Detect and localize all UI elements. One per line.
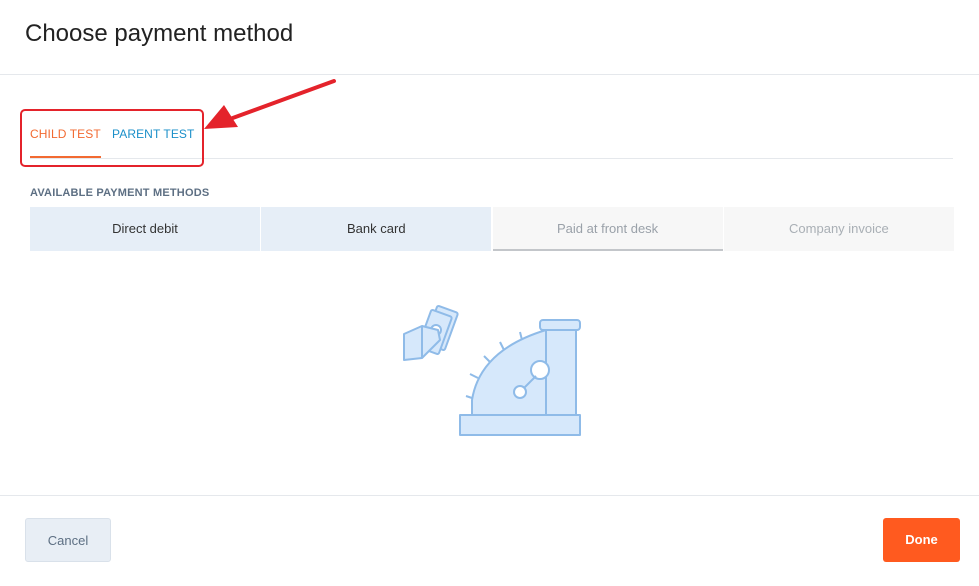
method-paid-at-front-desk[interactable]: Paid at front desk bbox=[492, 207, 723, 251]
dialog-title: Choose payment method bbox=[25, 20, 294, 47]
annotation-highlight-box bbox=[20, 109, 204, 167]
payment-method-tabs: Direct debit Bank card Paid at front des… bbox=[30, 207, 954, 251]
cancel-button[interactable]: Cancel bbox=[25, 518, 111, 562]
available-methods-label: AVAILABLE PAYMENT METHODS bbox=[30, 187, 210, 199]
dialog-footer: Cancel Done bbox=[0, 495, 979, 586]
method-direct-debit[interactable]: Direct debit bbox=[30, 207, 260, 251]
method-company-invoice[interactable]: Company invoice bbox=[723, 207, 954, 251]
annotation-arrow-icon bbox=[204, 79, 336, 129]
method-bank-card[interactable]: Bank card bbox=[261, 207, 492, 251]
dialog-header: Choose payment method bbox=[0, 0, 979, 75]
cash-register-icon bbox=[403, 305, 581, 436]
done-button[interactable]: Done bbox=[883, 518, 960, 562]
